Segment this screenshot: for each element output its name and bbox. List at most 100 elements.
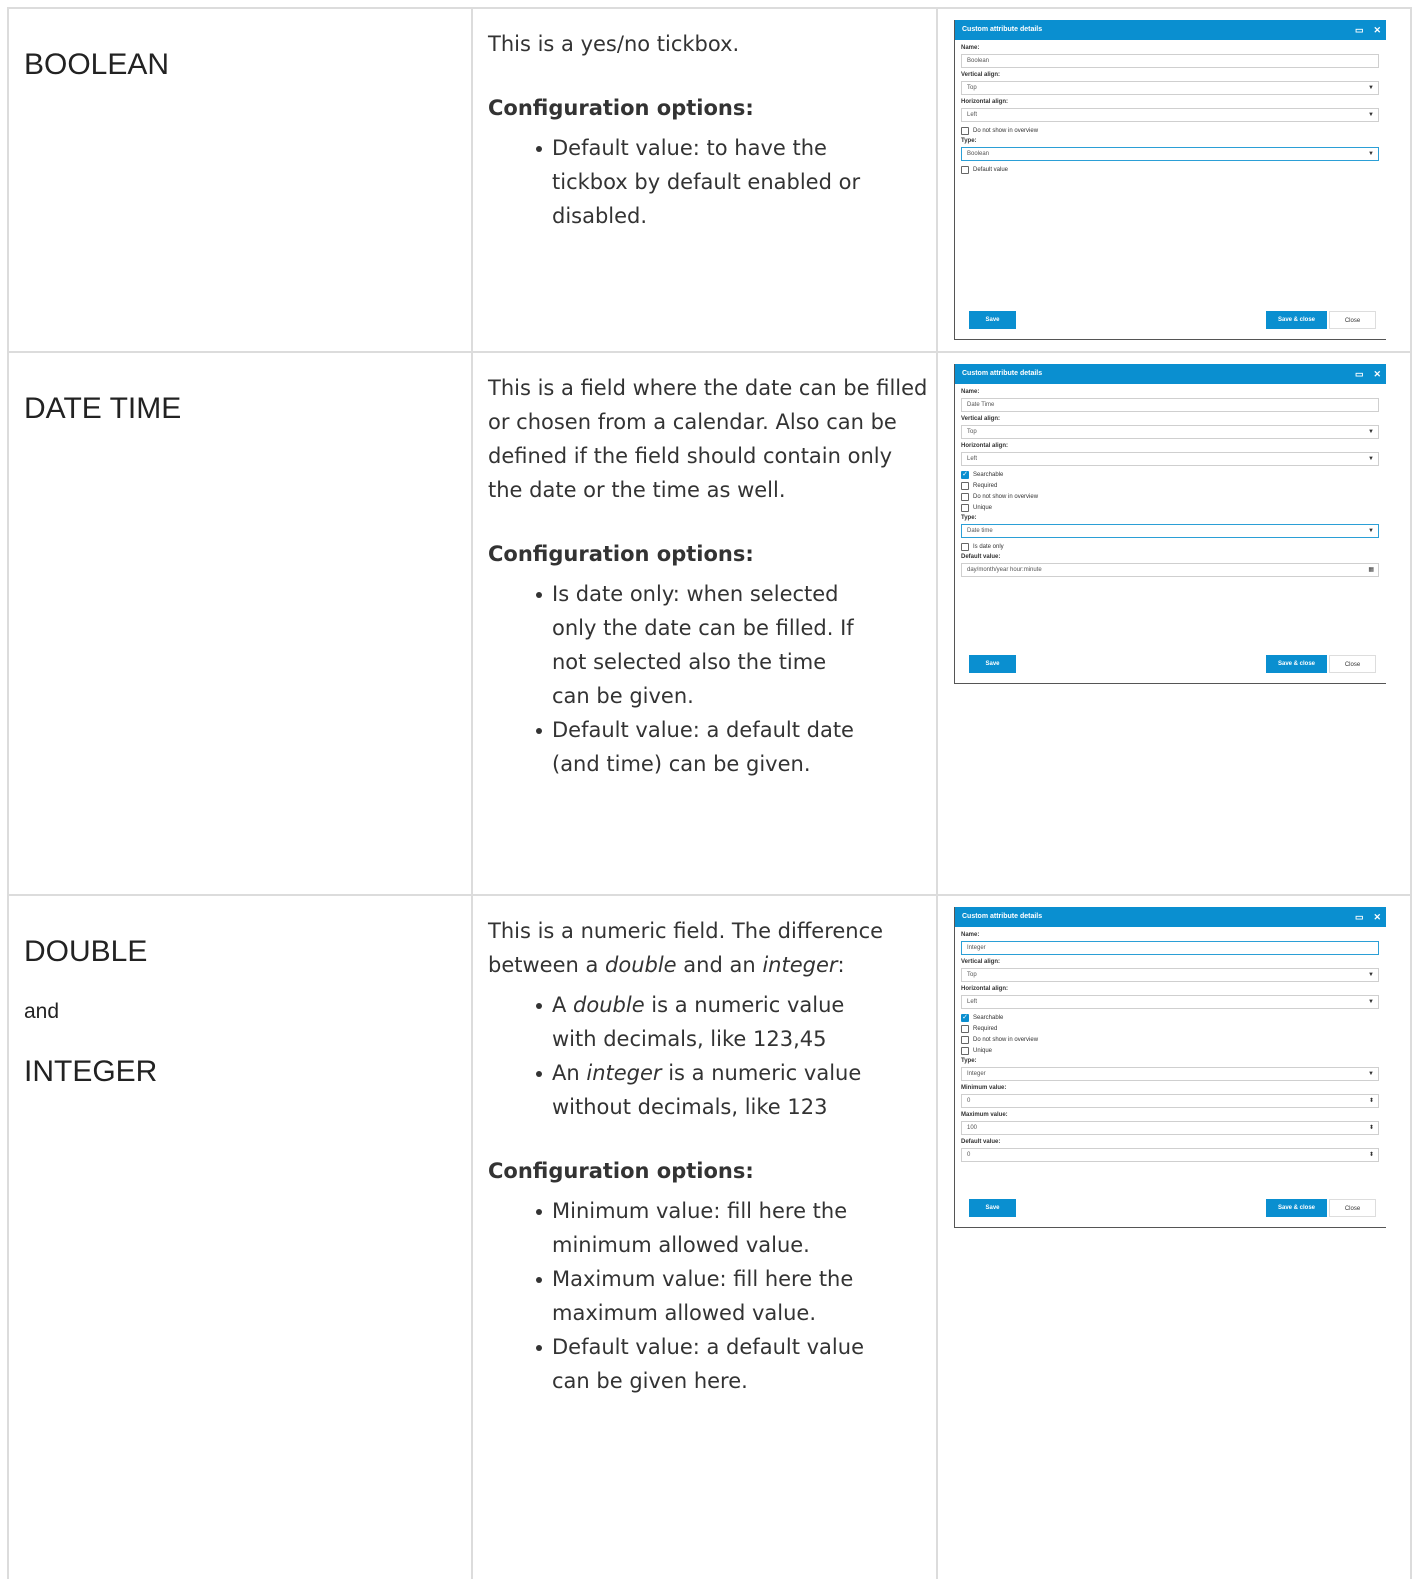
save-button[interactable]: Save [969,311,1016,329]
checkbox-icon [961,503,969,512]
chevron-down-icon: ▼ [1368,112,1374,118]
save-button[interactable]: Save [969,1199,1016,1217]
unique-checkbox[interactable]: Unique [961,502,1379,513]
chevron-down-icon: ▼ [1368,85,1374,91]
screenshot-cell: Custom attribute details ▭ ✕ Name: Date T… [936,351,1412,896]
screenshot-cell: Custom attribute details ▭ ✕ Name: Boolea… [936,7,1412,353]
type-title: DATE TIME [24,392,182,425]
options-list: Is date only: when selected only the dat… [488,577,928,781]
save-close-button[interactable]: Save & close [1266,311,1327,329]
dialog-title: Custom attribute details [962,26,1043,33]
boolean-dialog: Custom attribute details ▭ ✕ Name: Boolea… [954,20,1386,340]
halign-label: Horizontal align: [961,986,1008,992]
default-value-input[interactable]: 0 ⬍ [961,1148,1379,1162]
calendar-icon[interactable]: ▦ [1368,564,1374,576]
config-heading: Configuration options: [488,1159,754,1183]
min-value-input[interactable]: 0 ⬍ [961,1094,1379,1108]
save-button[interactable]: Save [969,655,1016,673]
definitions-list: A double is a numeric value with decimal… [488,988,928,1124]
spinner-icon[interactable]: ⬍ [1369,1095,1374,1107]
type-select[interactable]: Date time ▼ [961,524,1379,538]
description-text: This is a numeric field. The difference … [488,919,884,977]
table-row: DATE TIME This is a field where the date… [7,351,1412,896]
table-row: BOOLEAN This is a yes/no tickbox. Config… [7,7,1412,353]
spinner-icon[interactable]: ⬍ [1369,1149,1374,1161]
description-cell: This is a numeric field. The difference … [471,894,938,1579]
type-select[interactable]: Integer ▼ [961,1067,1379,1081]
halign-select[interactable]: Left ▼ [961,995,1379,1009]
dialog-title: Custom attribute details [962,370,1043,377]
chevron-down-icon: ▼ [1368,999,1374,1005]
checkbox-icon [961,542,969,551]
default-value-checkbox[interactable]: Default value [961,164,1379,175]
max-value-input[interactable]: 100 ⬍ [961,1121,1379,1135]
list-item: A double is a numeric value with decimal… [488,988,868,1056]
valign-select[interactable]: Top ▼ [961,81,1379,95]
dialog-title: Custom attribute details [962,913,1043,920]
table-row: DOUBLE and INTEGER This is a numeric fie… [7,894,1412,1579]
dialog-header: Custom attribute details ▭ ✕ [955,364,1386,384]
name-label: Name: [961,45,980,51]
default-value-label: Default value: [961,1139,1001,1145]
type-label: Type: [961,138,977,144]
searchable-checkbox[interactable]: ✓ Searchable [961,469,1379,480]
maximize-icon[interactable]: ▭ [1355,912,1364,922]
unique-checkbox[interactable]: Unique [961,1045,1379,1056]
chevron-down-icon: ▼ [1368,151,1374,157]
close-button[interactable]: Close [1329,1199,1376,1217]
overview-checkbox[interactable]: Do not show in overview [961,125,1379,136]
close-button[interactable]: Close [1329,655,1376,673]
list-item: Maximum value: fill here the maximum all… [488,1262,868,1330]
type-label: Type: [961,1058,977,1064]
checkmark-icon: ✓ [961,1013,969,1022]
save-close-button[interactable]: Save & close [1266,1199,1327,1217]
max-value-label: Maximum value: [961,1112,1008,1118]
close-icon[interactable]: ✕ [1373,912,1381,922]
save-close-button[interactable]: Save & close [1266,655,1327,673]
config-heading: Configuration options: [488,96,754,120]
checkmark-icon: ✓ [961,470,969,479]
checkbox-icon [961,1046,969,1055]
default-date-input[interactable]: day/month/year hour:minute ▦ [961,563,1379,577]
valign-label: Vertical align: [961,416,1001,422]
checkbox-icon [961,165,969,174]
close-button[interactable]: Close [1329,311,1376,329]
chevron-down-icon: ▼ [1368,528,1374,534]
overview-checkbox[interactable]: Do not show in overview [961,1034,1379,1045]
valign-select[interactable]: Top ▼ [961,968,1379,982]
halign-label: Horizontal align: [961,443,1008,449]
checkbox-icon [961,1024,969,1033]
type-cell: DATE TIME [7,351,473,896]
description-cell: This is a yes/no tickbox. Configuration … [471,7,938,353]
required-checkbox[interactable]: Required [961,1023,1379,1034]
date-time-dialog: Custom attribute details ▭ ✕ Name: Date T… [954,364,1386,684]
valign-label: Vertical align: [961,959,1001,965]
type-select[interactable]: Boolean ▼ [961,147,1379,161]
dialog-header: Custom attribute details ▭ ✕ [955,907,1386,927]
valign-label: Vertical align: [961,72,1001,78]
required-checkbox[interactable]: Required [961,480,1379,491]
name-input[interactable]: Integer [961,941,1379,955]
config-heading: Configuration options: [488,542,754,566]
type-cell: DOUBLE and INTEGER [7,894,473,1579]
close-icon[interactable]: ✕ [1373,369,1381,379]
name-input[interactable]: Boolean [961,54,1379,68]
halign-select[interactable]: Left ▼ [961,452,1379,466]
options-list: Minimum value: fill here the minimum all… [488,1194,928,1398]
list-item: Is date only: when selected only the dat… [488,577,868,713]
searchable-checkbox[interactable]: ✓ Searchable [961,1012,1379,1023]
overview-checkbox[interactable]: Do not show in overview [961,491,1379,502]
date-only-checkbox[interactable]: Is date only [961,541,1379,552]
maximize-icon[interactable]: ▭ [1355,25,1364,35]
halign-select[interactable]: Left ▼ [961,108,1379,122]
list-item: Default value: a default date (and time)… [488,713,868,781]
maximize-icon[interactable]: ▭ [1355,369,1364,379]
name-input[interactable]: Date Time [961,398,1379,412]
list-item: Default value: a default value can be gi… [488,1330,868,1398]
list-item: Minimum value: fill here the minimum all… [488,1194,868,1262]
checkbox-icon [961,492,969,501]
type-title: DOUBLE [24,935,148,968]
spinner-icon[interactable]: ⬍ [1369,1122,1374,1134]
valign-select[interactable]: Top ▼ [961,425,1379,439]
close-icon[interactable]: ✕ [1373,25,1381,35]
